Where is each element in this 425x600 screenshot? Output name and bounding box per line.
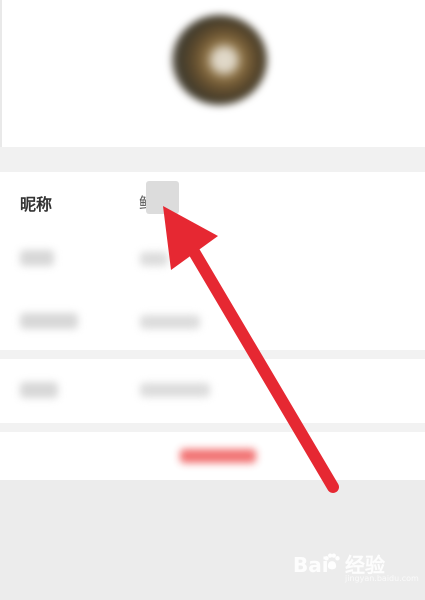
blurred-label-3 [20,382,58,398]
avatar[interactable] [172,15,267,105]
section-gap [0,147,425,172]
action-card[interactable] [0,432,425,480]
profile-info-card: 昵称 鲜 [0,172,425,350]
blurred-value-3 [140,383,210,397]
contact-card[interactable] [0,359,425,423]
nickname-mask [146,181,179,214]
blurred-value-2 [140,315,200,329]
blurred-row-1[interactable] [0,229,425,289]
watermark-brand-sub: jingyan.baidu.com [345,574,419,583]
blurred-value-1 [140,252,168,266]
blurred-row-2[interactable] [0,289,425,350]
blurred-label-2 [20,313,78,329]
profile-screen: 昵称 鲜 Bai 经验 [0,0,425,600]
nickname-row[interactable]: 昵称 鲜 [0,172,425,229]
avatar-section[interactable] [0,0,425,147]
section-gap-2 [0,350,425,359]
blurred-label-1 [20,250,54,266]
section-gap-3 [0,423,425,432]
watermark-brand-right: 经验 [345,553,385,577]
blurred-action-text[interactable] [180,449,256,463]
paw-icon [324,553,340,570]
baidu-jingyan-watermark: Bai 经验 jingyan.baidu.com [287,550,419,584]
nickname-label: 昵称 [20,195,53,214]
